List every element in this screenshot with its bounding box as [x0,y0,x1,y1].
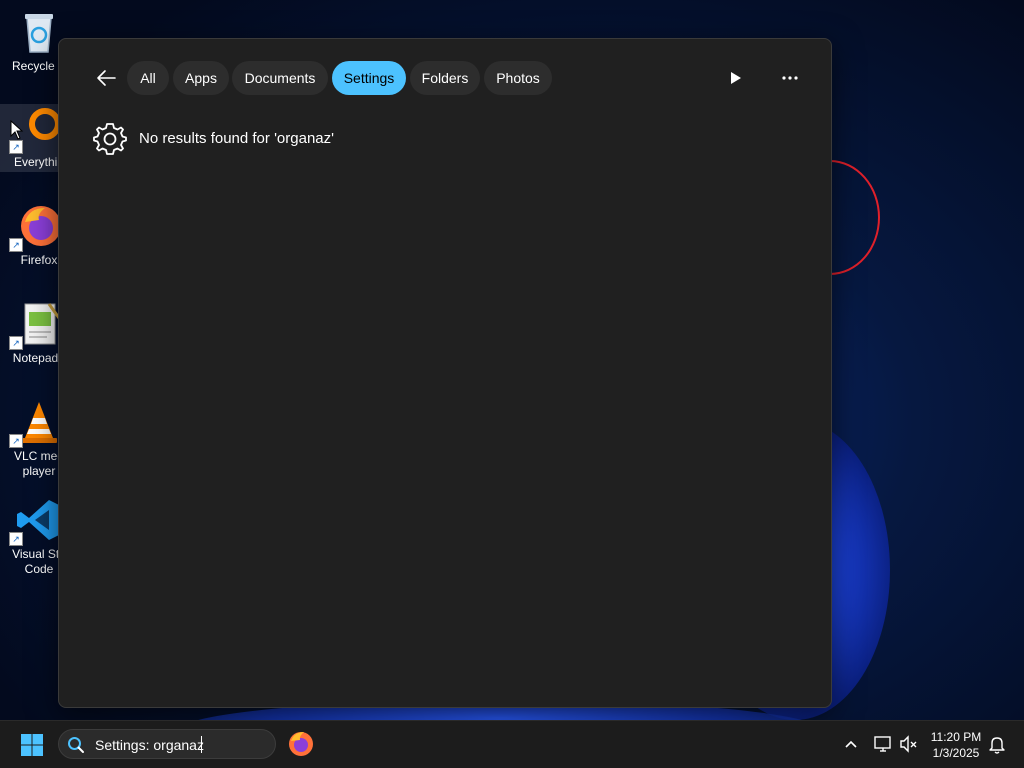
filter-tab-apps[interactable]: Apps [173,61,229,95]
shortcut-arrow-icon: ↗ [9,434,23,448]
filter-tab-documents[interactable]: Documents [232,61,328,95]
start-button[interactable] [14,730,50,760]
shortcut-arrow-icon: ↗ [9,336,23,350]
filter-tab-all[interactable]: All [127,61,169,95]
taskbar: 11:20 PM 1/3/2025 [0,720,1024,768]
shortcut-arrow-icon: ↗ [9,532,23,546]
network-monitor-icon [874,736,891,752]
no-results-row: No results found for 'organaz' [93,121,334,155]
volume-muted-icon [900,735,917,753]
shortcut-arrow-icon: ↗ [9,238,23,252]
no-results-text: No results found for 'organaz' [139,129,334,147]
notepad-plus-plus-icon: ↗ [9,300,63,350]
back-button[interactable] [91,63,121,93]
volume-button[interactable] [898,733,920,755]
more-dots-icon [782,76,798,80]
shortcut-arrow-icon: ↗ [9,140,23,154]
text-caret [201,736,202,753]
clock-date: 1/3/2025 [932,746,980,760]
search-flyout: All Apps Documents Settings Folders Phot… [58,38,832,708]
search-icon [68,737,84,753]
more-options-button[interactable] [773,63,807,93]
filter-tab-photos[interactable]: Photos [484,61,552,95]
bell-icon [989,737,1005,754]
firefox-icon: ↗ [9,202,63,252]
play-icon [731,72,741,84]
chevron-up-icon [845,740,857,748]
network-status-button[interactable] [872,733,894,755]
notifications-button[interactable] [986,733,1008,755]
filter-tab-settings[interactable]: Settings [332,61,406,95]
back-arrow-icon [97,70,116,86]
gear-icon [93,123,127,155]
show-hidden-icons-button[interactable] [840,733,862,755]
vlc-cone-icon: ↗ [9,398,63,448]
taskbar-search-box[interactable] [58,729,276,759]
vscode-icon: ↗ [9,496,63,546]
search-input[interactable] [93,734,273,756]
windows-logo-icon [21,734,43,756]
taskbar-firefox-button[interactable] [286,729,316,759]
play-button[interactable] [721,63,751,93]
firefox-icon [289,732,313,756]
clock-time: 11:20 PM [930,730,982,744]
filter-tab-folders[interactable]: Folders [410,61,480,95]
recycle-bin-icon [15,8,63,56]
taskbar-clock[interactable]: 11:20 PM 1/3/2025 [924,729,988,761]
mouse-cursor-icon [10,120,24,140]
